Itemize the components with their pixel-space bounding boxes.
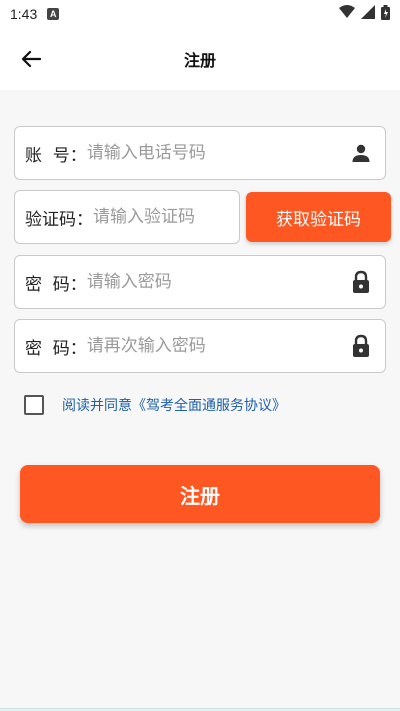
agreement-row: 阅读并同意《驾考全面通服务协议》 [24, 394, 286, 416]
verification-code-field[interactable]: 验证码： [14, 190, 240, 244]
password-label: 密 码： [25, 274, 87, 295]
page-title: 注册 [183, 51, 216, 70]
notification-icon: A [47, 8, 60, 20]
battery-icon [381, 4, 390, 24]
account-label: 账 号： [25, 145, 87, 166]
person-icon [349, 141, 373, 165]
app-bar: 注册 [0, 28, 400, 90]
wifi-icon [339, 5, 355, 23]
confirm-password-field[interactable]: 密 码： [14, 319, 386, 373]
lock-icon [349, 270, 373, 294]
verification-code-input[interactable] [93, 207, 227, 227]
status-bar: 1:43 A [0, 0, 400, 28]
lock-icon [349, 334, 373, 358]
back-arrow-icon[interactable] [14, 42, 48, 76]
account-input[interactable] [86, 143, 349, 163]
confirm-password-input[interactable] [86, 336, 349, 356]
password-field[interactable]: 密 码： [14, 255, 386, 309]
confirm-password-label: 密 码： [25, 338, 87, 359]
get-verification-code-button[interactable]: 获取验证码 [246, 192, 391, 242]
account-field[interactable]: 账 号： [14, 126, 386, 180]
verification-code-label: 验证码： [25, 209, 93, 230]
status-time: 1:43 [10, 6, 38, 22]
register-button[interactable]: 注册 [20, 465, 380, 523]
agreement-checkbox[interactable] [24, 395, 44, 415]
status-icons [339, 4, 390, 24]
agreement-link[interactable]: 阅读并同意《驾考全面通服务协议》 [62, 395, 286, 415]
signal-icon [361, 5, 375, 23]
password-input[interactable] [86, 272, 349, 292]
